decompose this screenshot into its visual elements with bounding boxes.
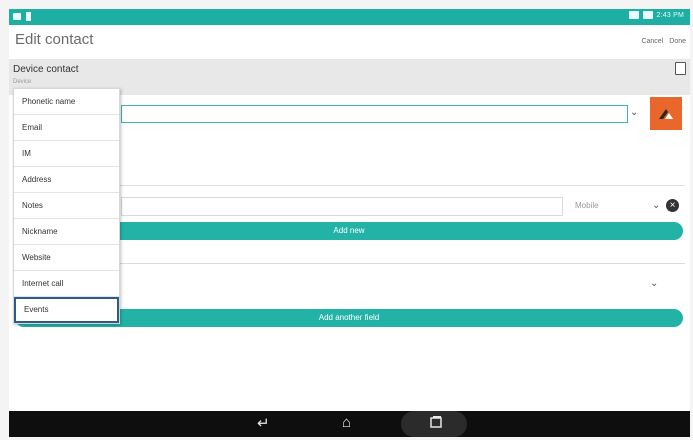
account-subtitle: Device: [13, 79, 32, 85]
menu-item-internet-call[interactable]: Internet call: [14, 271, 119, 297]
home-icon[interactable]: ⌂: [342, 414, 351, 432]
app-window: 2:43 PM Edit contact Cancel Done Device …: [9, 9, 690, 437]
chevron-down-icon[interactable]: ⌄: [652, 200, 660, 211]
menu-item-phonetic-name[interactable]: Phonetic name: [14, 89, 119, 115]
contact-photo-glyph: [659, 108, 673, 119]
menu-item-notes[interactable]: Notes: [14, 193, 119, 219]
navigation-bar: ↵ ⌂: [9, 411, 690, 437]
battery-icon: [642, 11, 653, 19]
header: Edit contact Cancel Done: [9, 25, 690, 59]
notification-icon: [13, 13, 21, 20]
chevron-down-icon[interactable]: ⌄: [650, 278, 658, 289]
download-icon: [26, 12, 31, 21]
recent-apps-icon[interactable]: [429, 415, 443, 434]
status-icons: 2:43 PM: [628, 11, 684, 19]
done-button[interactable]: Done: [669, 38, 686, 45]
chevron-down-icon[interactable]: ⌄: [630, 107, 638, 118]
menu-item-address[interactable]: Address: [14, 167, 119, 193]
phone-field[interactable]: [121, 197, 563, 216]
contact-photo-icon[interactable]: [650, 97, 682, 130]
cancel-button[interactable]: Cancel: [641, 38, 663, 45]
status-bar: 2:43 PM: [9, 9, 690, 25]
page-title: Edit contact: [15, 31, 94, 48]
back-icon[interactable]: ↵: [257, 415, 270, 433]
clear-icon[interactable]: ×: [666, 199, 679, 212]
name-field[interactable]: [121, 105, 628, 123]
menu-item-events[interactable]: Events: [14, 297, 119, 323]
device-icon: [675, 62, 686, 75]
menu-item-website[interactable]: Website: [14, 245, 119, 271]
header-actions: Cancel Done: [641, 38, 686, 45]
status-time: 2:43 PM: [656, 11, 684, 19]
account-title: Device contact: [13, 64, 79, 75]
recent-apps-glyph: [430, 416, 442, 428]
field-type-menu: Phonetic name Email IM Address Notes Nic…: [13, 88, 120, 324]
menu-item-im[interactable]: IM: [14, 141, 119, 167]
menu-item-nickname[interactable]: Nickname: [14, 219, 119, 245]
signal-icon: [628, 11, 639, 19]
phone-type-select[interactable]: Mobile: [575, 201, 599, 210]
menu-item-email[interactable]: Email: [14, 115, 119, 141]
